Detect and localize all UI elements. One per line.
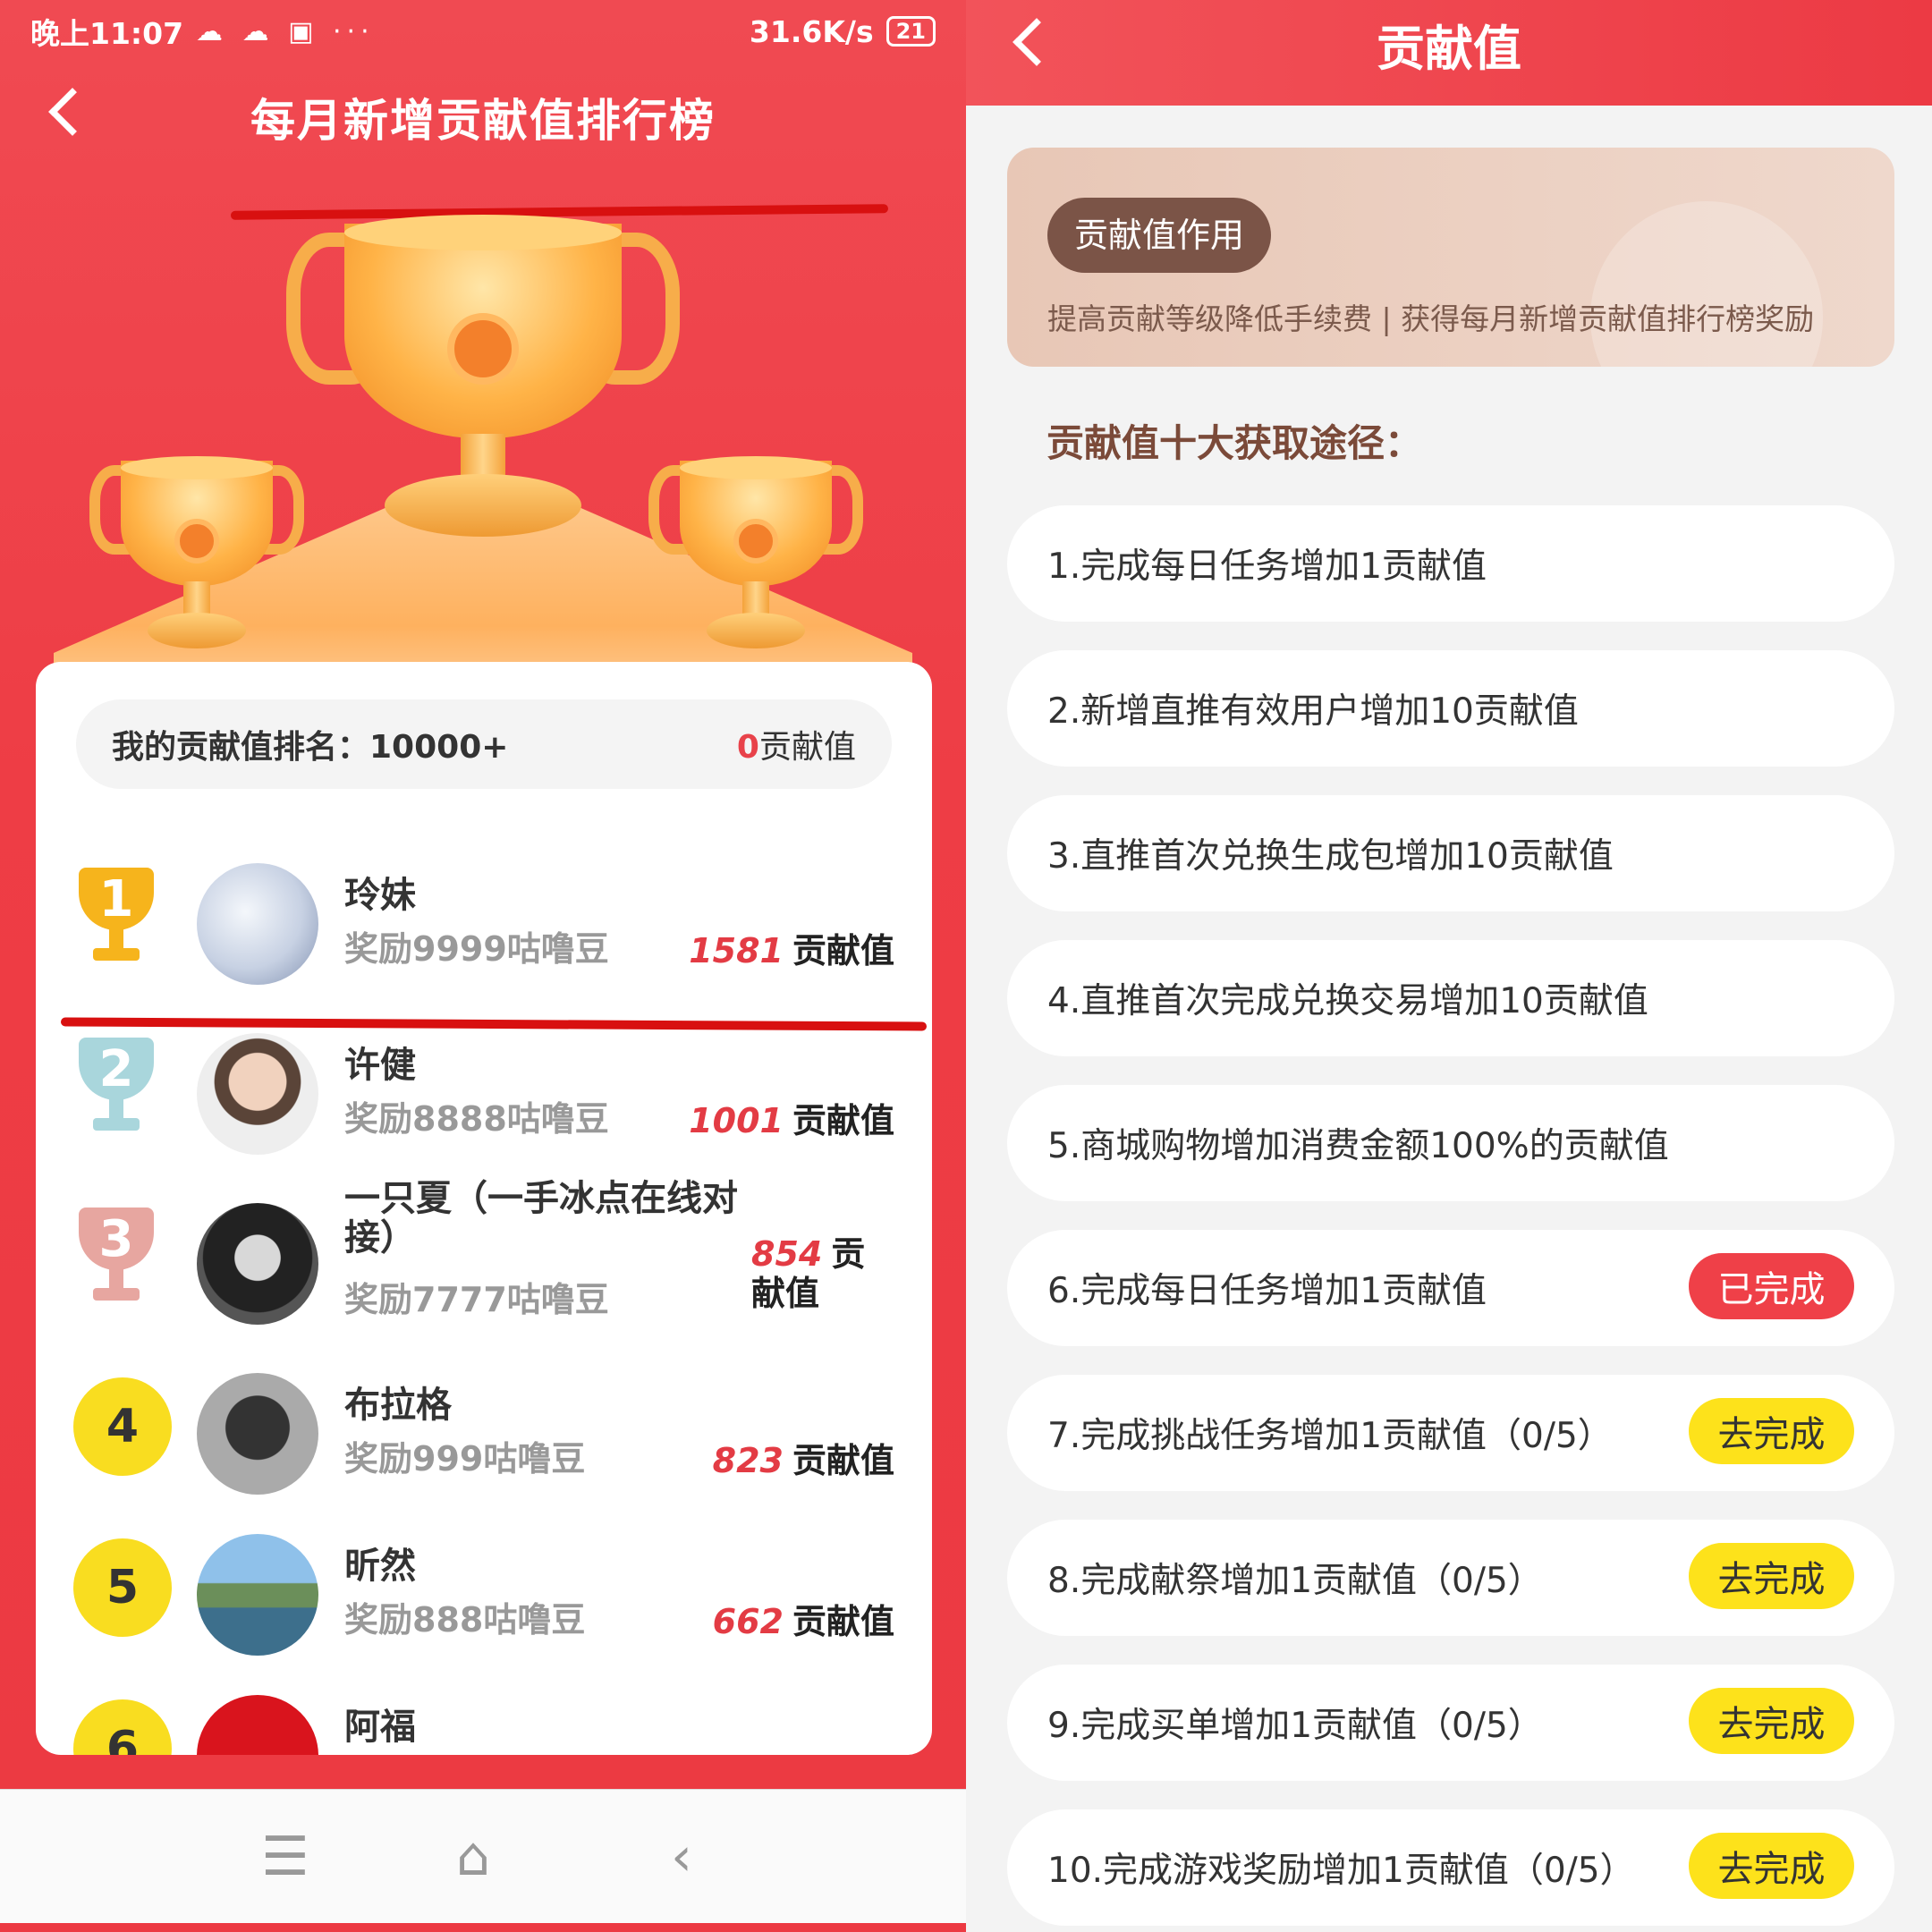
task-label: 8.完成献祭增加1贡献值（0/5） <box>1047 1561 1543 1601</box>
rank-row[interactable]: 5 昕然 奖励888咕噜豆 662 贡献值 <box>36 1503 932 1664</box>
my-score-value: 0 <box>736 729 759 766</box>
task-label: 7.完成挑战任务增加1贡献值（0/5） <box>1047 1416 1613 1456</box>
info-card: 贡献值作用 提高贡献等级降低手续费 | 获得每月新增贡献值排行榜奖励 <box>1007 148 1894 367</box>
task-label: 3.直推首次兑换生成包增加10贡献值 <box>1047 836 1614 877</box>
task-item: 9.完成买单增加1贡献值（0/5） 去完成 <box>1007 1665 1894 1781</box>
completed-button[interactable]: 已完成 <box>1689 1253 1854 1319</box>
rank-row[interactable]: 4 布拉格 奖励999咕噜豆 823 贡献值 <box>36 1342 932 1503</box>
header-bar: 贡献值 <box>966 0 1932 106</box>
task-item: 3.直推首次兑换生成包增加10贡献值 <box>1007 795 1894 911</box>
rank-badge: 6 <box>73 1699 172 1755</box>
decorative-bag-icon <box>1590 201 1823 367</box>
task-label: 4.直推首次完成兑换交易增加10贡献值 <box>1047 981 1648 1021</box>
title-bar: 每月新增贡献值排行榜 <box>0 67 966 157</box>
task-item: 6.完成每日任务增加1贡献值 已完成 <box>1007 1230 1894 1346</box>
user-name: 阿福 <box>344 1707 416 1748</box>
task-item: 7.完成挑战任务增加1贡献值（0/5） 去完成 <box>1007 1375 1894 1491</box>
task-item: 10.完成游戏奖励增加1贡献值（0/5） 去完成 <box>1007 1809 1894 1926</box>
user-name: 一只夏（一手冰点在线对接） <box>344 1178 738 1258</box>
score: 1001 贡献值 <box>689 1101 894 1140</box>
task-item: 1.完成每日任务增加1贡献值 <box>1007 505 1894 622</box>
gold-trophy-icon: 1 <box>72 868 161 975</box>
page-title: 贡献值 <box>1377 21 1521 77</box>
battery-icon: 21 <box>886 16 936 47</box>
info-text: 提高贡献等级降低手续费 | 获得每月新增贡献值排行榜奖励 <box>1047 301 1815 336</box>
ranking-card: 我的贡献值排名：10000+ 0贡献值 1 玲妹 奖励9999咕噜豆 1581 贡… <box>36 662 932 1755</box>
status-bar: 晚上11:07 ☁ ☁ ▣ ··· 31.6K/s 21 <box>0 0 966 63</box>
rank-row[interactable]: 1 玲妹 奖励9999咕噜豆 1581 贡献值 <box>36 832 932 993</box>
section-title: 贡献值十大获取途径： <box>1046 421 1423 465</box>
avatar[interactable] <box>197 1203 318 1325</box>
rank-row[interactable]: 3 一只夏（一手冰点在线对接） 奖励7777咕噜豆 854 贡献值 <box>36 1172 932 1333</box>
my-rank-bar: 我的贡献值排名：10000+ 0贡献值 <box>76 699 892 789</box>
go-complete-button[interactable]: 去完成 <box>1689 1688 1854 1754</box>
avatar[interactable] <box>197 863 318 985</box>
network-speed: 31.6K/s <box>749 13 874 49</box>
notification-icons: ☁ ☁ ▣ ··· <box>196 15 375 47</box>
reward-text: 奖励7777咕噜豆 <box>344 1280 609 1319</box>
trophy-right-icon <box>648 456 863 653</box>
page-title: 每月新增贡献值排行榜 <box>250 95 716 147</box>
bronze-trophy-icon: 3 <box>72 1208 161 1315</box>
task-label: 2.新增直推有效用户增加10贡献值 <box>1047 691 1579 732</box>
info-pill: 贡献值作用 <box>1047 198 1272 273</box>
go-complete-button[interactable]: 去完成 <box>1689 1398 1854 1464</box>
trophy-left-icon <box>89 456 304 653</box>
my-score-unit: 贡献值 <box>758 729 856 766</box>
my-rank-label: 我的贡献值排名：10000+ <box>112 729 509 766</box>
rank-badge: 4 <box>73 1377 172 1476</box>
leaderboard-screen: 晚上11:07 ☁ ☁ ▣ ··· 31.6K/s 21 每月新增贡献值排行榜 <box>0 0 966 1932</box>
task-item: 4.直推首次完成兑换交易增加10贡献值 <box>1007 940 1894 1056</box>
user-name: 昕然 <box>344 1546 416 1587</box>
trophy-illustration <box>0 197 966 733</box>
rank-row[interactable]: 6 阿福 <box>36 1664 932 1755</box>
task-label: 10.完成游戏奖励增加1贡献值（0/5） <box>1047 1851 1635 1891</box>
reward-text: 奖励8888咕噜豆 <box>344 1099 609 1139</box>
score: 823 贡献值 <box>712 1441 894 1480</box>
avatar[interactable] <box>197 1534 318 1656</box>
go-complete-button[interactable]: 去完成 <box>1689 1543 1854 1609</box>
reward-text: 奖励9999咕噜豆 <box>344 929 609 969</box>
avatar[interactable] <box>197 1373 318 1495</box>
task-item: 2.新增直推有效用户增加10贡献值 <box>1007 650 1894 767</box>
task-label: 6.完成每日任务增加1贡献值 <box>1047 1271 1487 1311</box>
task-label: 1.完成每日任务增加1贡献值 <box>1047 547 1487 587</box>
user-name: 玲妹 <box>344 875 416 916</box>
go-complete-button[interactable]: 去完成 <box>1689 1833 1854 1899</box>
menu-icon[interactable]: ☰ <box>261 1826 309 1888</box>
status-time: 晚上11:07 <box>30 16 184 51</box>
task-item: 5.商城购物增加消费金额100%的贡献值 <box>1007 1085 1894 1201</box>
score: 662 贡献值 <box>712 1602 894 1641</box>
task-item: 8.完成献祭增加1贡献值（0/5） 去完成 <box>1007 1520 1894 1636</box>
user-name: 布拉格 <box>344 1385 452 1426</box>
trophy-large-icon <box>286 215 680 537</box>
nav-back-icon[interactable]: ‹ <box>671 1826 692 1888</box>
rank-badge: 5 <box>73 1538 172 1637</box>
system-nav-bar: ☰ ⌂ ‹ <box>0 1789 966 1923</box>
contribution-screen: 贡献值 贡献值作用 提高贡献等级降低手续费 | 获得每月新增贡献值排行榜奖励 贡… <box>966 0 1932 1932</box>
avatar[interactable] <box>197 1695 318 1755</box>
score: 854 贡献值 <box>751 1234 866 1313</box>
home-icon[interactable]: ⌂ <box>456 1826 490 1888</box>
reward-text: 奖励888咕噜豆 <box>344 1600 586 1640</box>
task-label: 5.商城购物增加消费金额100%的贡献值 <box>1047 1126 1669 1166</box>
avatar[interactable] <box>197 1033 318 1155</box>
reward-text: 奖励999咕噜豆 <box>344 1439 586 1479</box>
silver-trophy-icon: 2 <box>72 1038 161 1145</box>
user-name: 许健 <box>344 1045 416 1086</box>
score: 1581 贡献值 <box>689 931 894 970</box>
task-label: 9.完成买单增加1贡献值（0/5） <box>1047 1706 1543 1746</box>
